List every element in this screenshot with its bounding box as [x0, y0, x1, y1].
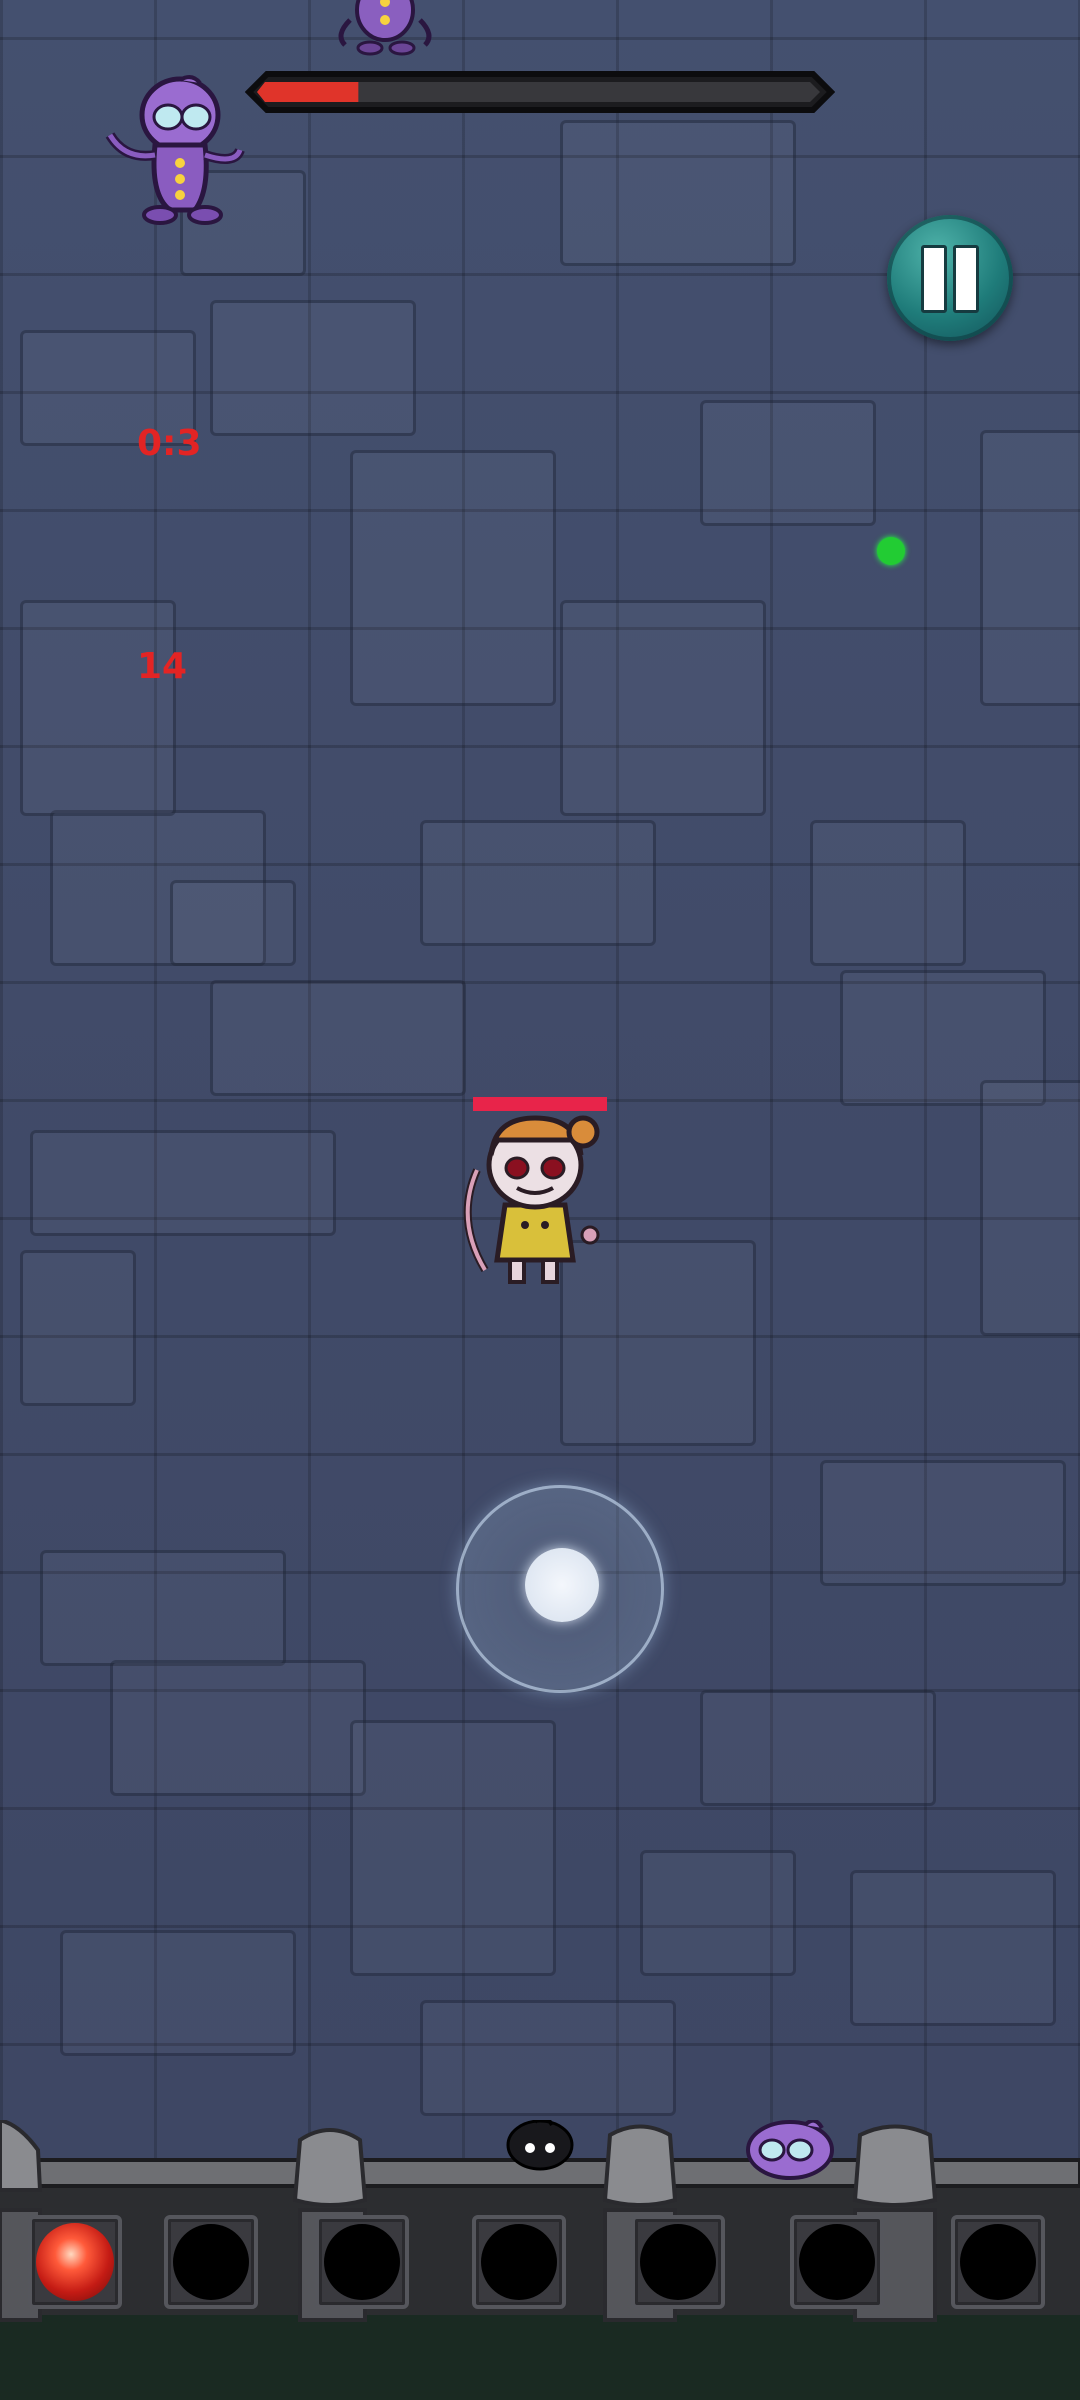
game-playfield: 0:3 14 — [0, 0, 1080, 2400]
skill-slot-empty[interactable] — [315, 2215, 409, 2309]
empty-slot-icon — [324, 2224, 400, 2300]
timer-text: 0:3 — [137, 423, 202, 464]
wall-stone — [420, 2000, 676, 2116]
enemy-peeking-purple[interactable] — [746, 2120, 834, 2180]
wall-stone — [350, 1720, 556, 1976]
wall-stone — [20, 600, 176, 816]
wall-stone — [980, 430, 1080, 706]
hero-character — [463, 1115, 600, 1284]
wall-stone — [20, 1250, 136, 1406]
pickup-dot — [877, 537, 905, 565]
wall-stone — [170, 880, 296, 966]
pause-icon-bar — [953, 245, 979, 313]
wall-stone — [30, 1130, 336, 1236]
enemy-ghoul[interactable] — [330, 0, 440, 60]
fire-slash-icon — [36, 2223, 114, 2301]
wall-stone — [210, 980, 466, 1096]
wall-stone — [980, 1080, 1080, 1336]
enemy-ghoul[interactable] — [100, 75, 250, 230]
wall-stone — [110, 1660, 366, 1796]
empty-slot-icon — [960, 2224, 1036, 2300]
empty-slot-icon — [481, 2224, 557, 2300]
wall-stone — [640, 1850, 796, 1976]
virtual-joystick[interactable] — [456, 1485, 664, 1693]
skill-slot-empty[interactable] — [164, 2215, 258, 2309]
pause-button[interactable] — [887, 215, 1013, 341]
wall-stone — [420, 820, 656, 946]
empty-slot-icon — [799, 2224, 875, 2300]
skill-slot-empty[interactable] — [631, 2215, 725, 2309]
wall-stone — [700, 1690, 936, 1806]
enemy-peeking-dark[interactable] — [506, 2120, 574, 2171]
wall-stone — [820, 1460, 1066, 1586]
skill-slot-empty[interactable] — [790, 2215, 884, 2309]
wall-stone — [850, 1870, 1056, 2026]
wall-stone — [560, 120, 796, 266]
wall-stone — [60, 1930, 296, 2056]
pause-icon — [921, 245, 947, 313]
boss-hp-bar — [245, 70, 835, 114]
skill-slot-empty[interactable] — [951, 2215, 1045, 2309]
joystick-knob[interactable] — [525, 1548, 599, 1622]
empty-slot-icon — [640, 2224, 716, 2300]
wall-stone — [700, 400, 876, 526]
wall-stone — [810, 820, 966, 966]
empty-slot-icon — [173, 2224, 249, 2300]
hero-hp-bar — [473, 1097, 607, 1111]
counter-text: 14 — [137, 646, 188, 687]
skill-slot-fire[interactable] — [28, 2215, 122, 2309]
wall-stone — [210, 300, 416, 436]
wall-stone — [350, 450, 556, 706]
skill-slot-empty[interactable] — [472, 2215, 566, 2309]
wall-stone — [40, 1550, 286, 1666]
boss-hp-fill — [257, 82, 359, 102]
skill-bar — [0, 2215, 1080, 2325]
wall-stone — [560, 600, 766, 816]
